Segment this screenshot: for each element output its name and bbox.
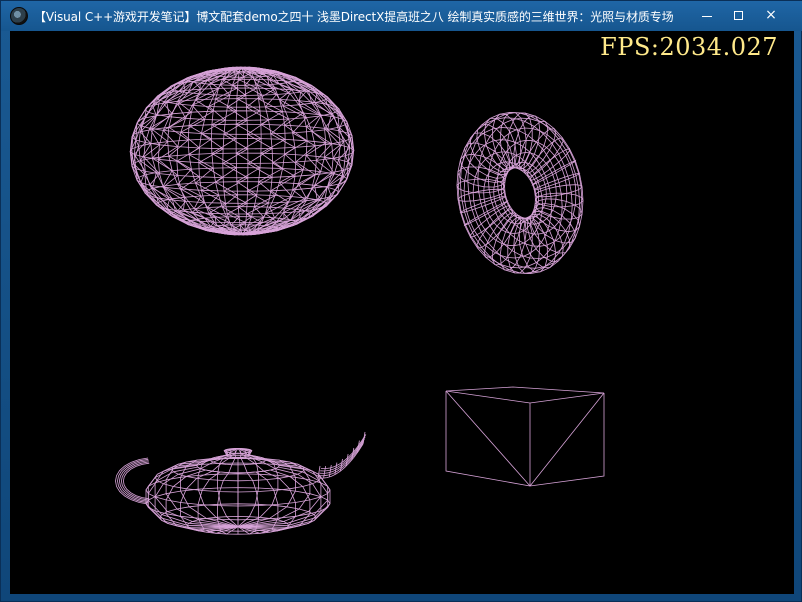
fps-counter: FPS:2034.027: [600, 33, 778, 61]
box-wireframe: [445, 386, 605, 487]
minimize-icon: [702, 16, 712, 17]
title-bar[interactable]: 【Visual C++游戏开发笔记】博文配套demo之四十 浅墨DirectX提…: [1, 1, 802, 31]
maximize-icon: [733, 10, 743, 20]
minimize-button[interactable]: [691, 1, 723, 29]
window-title: 【Visual C++游戏开发笔记】博文配套demo之四十 浅墨DirectX提…: [34, 9, 674, 24]
close-icon: ×: [765, 7, 777, 23]
scene-canvas: [115, 66, 605, 535]
maximize-button[interactable]: [722, 1, 754, 29]
torus-wireframe: [456, 111, 584, 275]
teapot-wireframe: [115, 431, 367, 535]
render-viewport[interactable]: FPS:2034.027: [10, 31, 794, 594]
app-window: 【Visual C++游戏开发笔记】博文配套demo之四十 浅墨DirectX提…: [0, 0, 802, 602]
close-button[interactable]: ×: [755, 1, 787, 29]
sphere-wireframe: [129, 66, 355, 236]
app-icon[interactable]: [10, 7, 28, 25]
